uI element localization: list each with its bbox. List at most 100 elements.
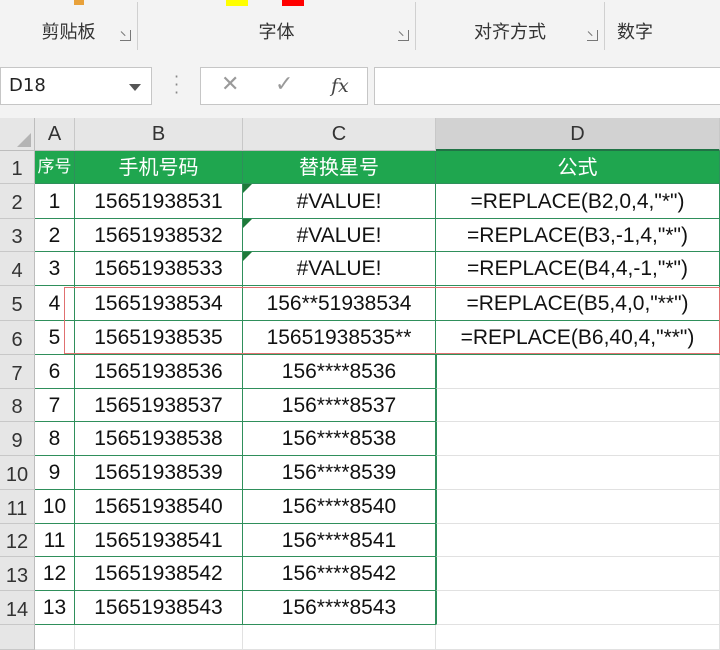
seq-cell[interactable]: 10 [35,490,75,524]
formula-cell[interactable] [436,557,720,591]
phone-cell[interactable]: 15651938541 [75,524,243,557]
alignment-launcher-icon[interactable] [587,30,598,41]
seq-cell[interactable]: 9 [35,456,75,490]
splitter-handle[interactable]: · · · [174,69,179,101]
masked-cell[interactable]: #VALUE! [243,219,436,252]
clipboard-group: 剪贴板 [0,0,137,55]
formula-input[interactable] [374,67,720,105]
seq-cell[interactable]: 5 [35,321,75,355]
row-header-14[interactable]: 14 [0,591,35,625]
seq-cell[interactable]: 8 [35,422,75,456]
header-cell-masked[interactable]: 替换星号 [243,151,436,184]
phone-cell[interactable]: 15651938540 [75,490,243,524]
empty-cell[interactable] [35,625,75,650]
masked-cell[interactable]: 15651938535** [243,321,436,355]
row-header-10[interactable]: 10 [0,456,35,490]
formula-cell[interactable]: =REPLACE(B3,-1,4,"*") [436,219,720,252]
number-group: 数字 [605,0,720,55]
phone-cell[interactable]: 15651938538 [75,422,243,456]
row-header-2[interactable]: 2 [0,184,35,219]
clipboard-group-label: 剪贴板 [41,22,96,43]
column-header-b[interactable]: B [75,118,243,151]
formula-cell[interactable]: =REPLACE(B2,0,4,"*") [436,184,720,219]
row-header-1[interactable]: 1 [0,151,35,184]
enter-check-icon[interactable]: ✓ [275,72,293,97]
seq-cell[interactable]: 11 [35,524,75,557]
cell-text: #VALUE! [296,190,382,213]
formula-cell[interactable] [436,422,720,456]
phone-cell[interactable]: 15651938536 [75,355,243,389]
select-all-corner[interactable] [0,118,35,151]
formula-cell[interactable] [436,524,720,557]
error-flag-icon[interactable] [243,184,252,193]
row-header-6[interactable]: 6 [0,321,35,355]
phone-cell[interactable]: 15651938537 [75,389,243,422]
seq-cell[interactable]: 4 [35,286,75,321]
formula-cell[interactable] [436,456,720,490]
phone-cell[interactable]: 15651938542 [75,557,243,591]
phone-cell[interactable]: 15651938533 [75,252,243,286]
phone-cell[interactable]: 15651938532 [75,219,243,252]
name-box-value: D18 [9,75,46,96]
masked-cell[interactable]: 156****8537 [243,389,436,422]
phone-cell[interactable]: 15651938534 [75,286,243,321]
empty-cell[interactable] [75,625,243,650]
insert-function-icon[interactable]: fx [331,75,349,97]
masked-cell[interactable]: 156****8538 [243,422,436,456]
phone-cell[interactable]: 15651938531 [75,184,243,219]
phone-cell[interactable]: 15651938539 [75,456,243,490]
alignment-group: 对齐方式 [416,0,604,55]
row-header-9[interactable]: 9 [0,422,35,456]
masked-cell[interactable]: 156****8540 [243,490,436,524]
formula-cell[interactable] [436,355,720,389]
header-cell-phone[interactable]: 手机号码 [75,151,243,184]
formula-cell[interactable]: =REPLACE(B4,4,-1,"*") [436,252,720,286]
seq-cell[interactable]: 12 [35,557,75,591]
column-header-c[interactable]: C [243,118,436,151]
phone-cell[interactable]: 15651938535 [75,321,243,355]
masked-cell[interactable]: 156****8541 [243,524,436,557]
chevron-down-icon[interactable] [129,84,141,91]
seq-cell[interactable]: 6 [35,355,75,389]
row-header-12[interactable]: 12 [0,524,35,557]
error-flag-icon[interactable] [243,219,252,228]
formula-cell[interactable] [436,591,720,625]
masked-cell[interactable]: 156****8542 [243,557,436,591]
row-header-3[interactable]: 3 [0,219,35,252]
cancel-icon[interactable]: ✕ [221,72,239,97]
seq-cell[interactable]: 13 [35,591,75,625]
masked-cell[interactable]: #VALUE! [243,184,436,219]
empty-cell[interactable] [436,625,720,650]
error-flag-icon[interactable] [243,252,252,261]
seq-cell[interactable]: 3 [35,252,75,286]
font-group-label: 字体 [258,22,295,43]
row-header-extra[interactable] [0,625,35,650]
phone-cell[interactable]: 15651938543 [75,591,243,625]
masked-cell[interactable]: 156****8536 [243,355,436,389]
font-launcher-icon[interactable] [398,30,409,41]
formula-cell[interactable] [436,490,720,524]
empty-cell[interactable] [243,625,436,650]
formula-cell[interactable]: =REPLACE(B5,4,0,"**") [436,286,720,321]
masked-cell[interactable]: 156**51938534 [243,286,436,321]
row-header-13[interactable]: 13 [0,557,35,591]
name-box[interactable]: D18 [0,67,152,105]
clipboard-launcher-icon[interactable] [120,30,131,41]
seq-cell[interactable]: 7 [35,389,75,422]
masked-cell[interactable]: 156****8543 [243,591,436,625]
column-header-d[interactable]: D [436,118,720,151]
row-header-4[interactable]: 4 [0,252,35,286]
masked-cell[interactable]: 156****8539 [243,456,436,490]
seq-cell[interactable]: 1 [35,184,75,219]
masked-cell[interactable]: #VALUE! [243,252,436,286]
header-cell-formula[interactable]: 公式 [436,151,720,184]
header-cell-seq[interactable]: 序号 [35,151,75,184]
row-header-8[interactable]: 8 [0,389,35,422]
row-header-5[interactable]: 5 [0,286,35,321]
formula-cell[interactable]: =REPLACE(B6,40,4,"**") [436,321,720,355]
seq-cell[interactable]: 2 [35,219,75,252]
row-header-7[interactable]: 7 [0,355,35,389]
formula-cell[interactable] [436,389,720,422]
column-header-a[interactable]: A [35,118,75,151]
row-header-11[interactable]: 11 [0,490,35,524]
